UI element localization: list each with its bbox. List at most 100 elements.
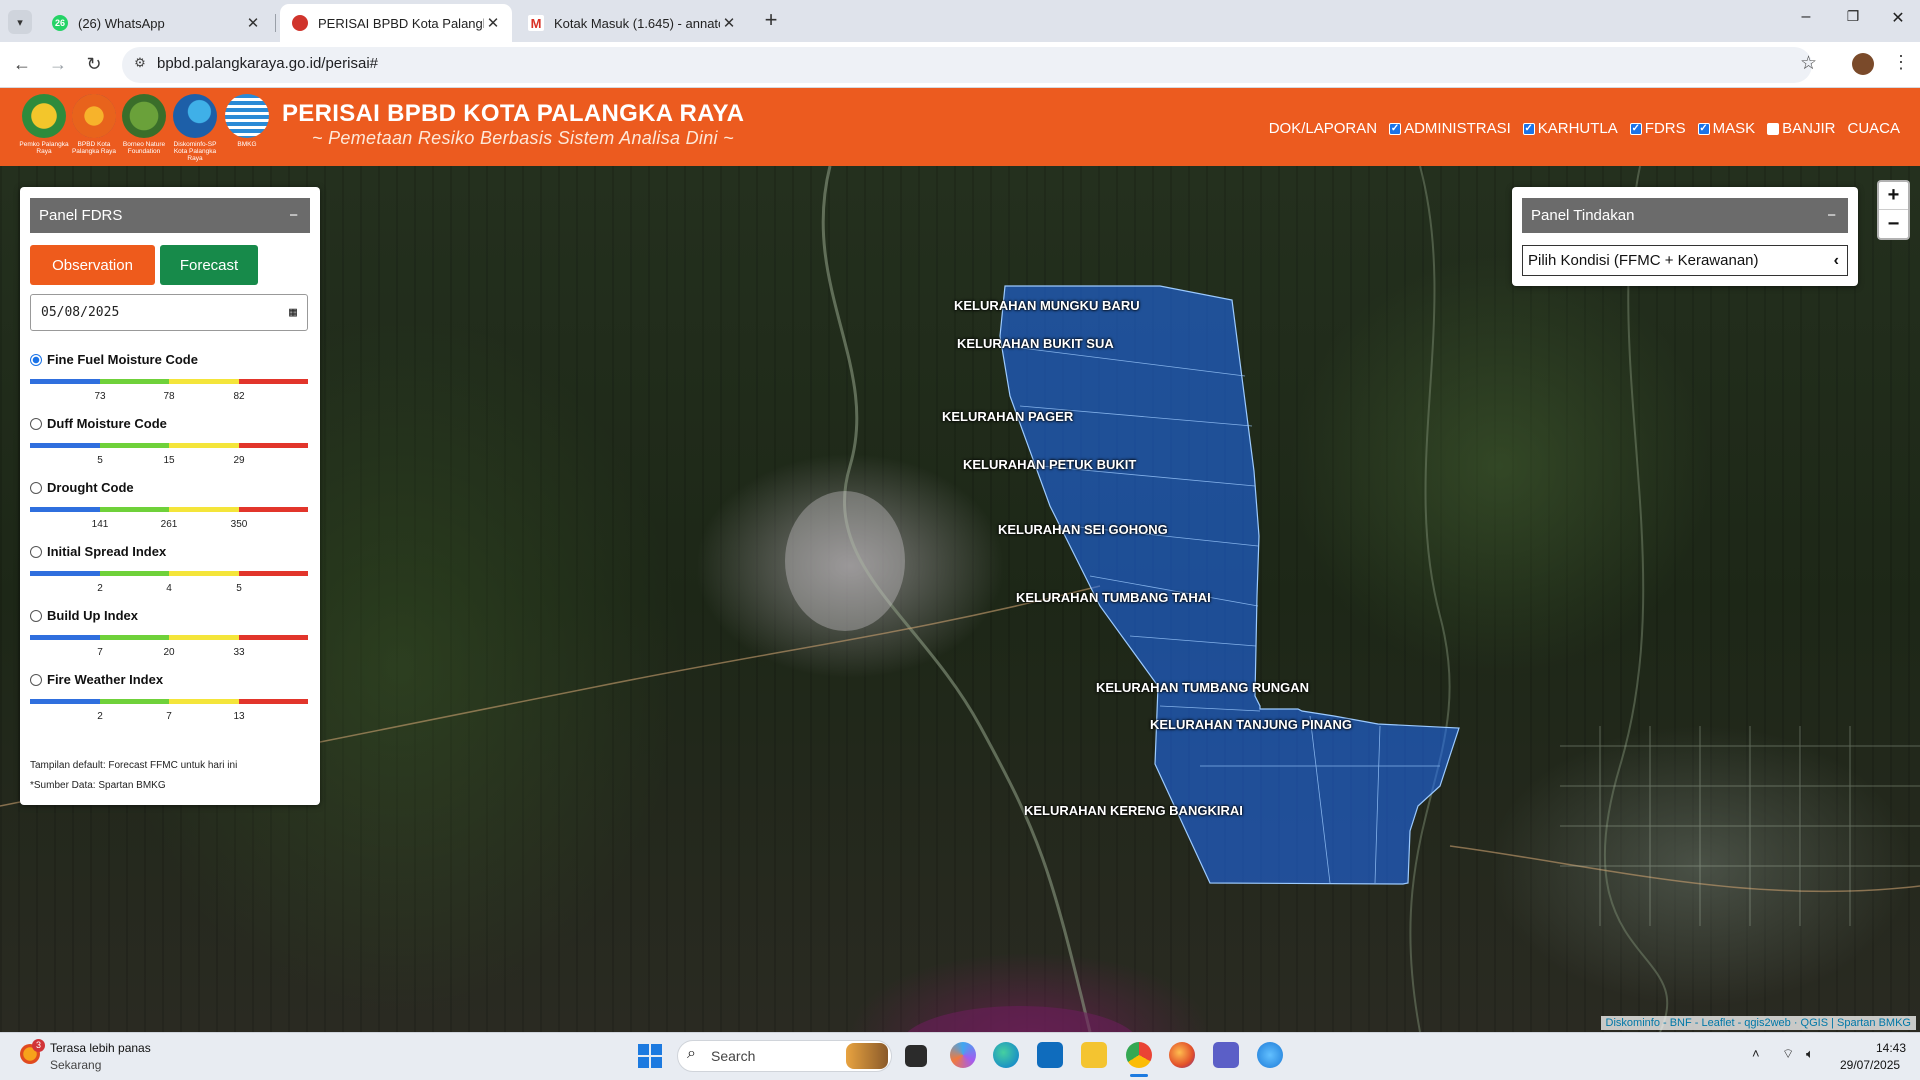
scale-ticks: 7 20 33 — [97, 647, 245, 658]
checkbox-icon[interactable]: ✓ — [1522, 122, 1535, 135]
radio-icon[interactable] — [30, 481, 42, 494]
file-explorer-icon[interactable] — [1081, 1042, 1107, 1068]
close-icon[interactable]: ✕ — [484, 14, 502, 32]
clock-date[interactable]: 29/07/2025 — [1840, 1058, 1900, 1072]
checkbox-icon[interactable]: ✓ — [1389, 122, 1402, 135]
kondisi-select[interactable]: Pilih Kondisi (FFMC + Kerawanan) ‹ — [1522, 245, 1848, 276]
teams-icon[interactable] — [1213, 1042, 1239, 1068]
radio-icon[interactable] — [30, 353, 42, 366]
tab-perisai[interactable]: PERISAI BPBD Kota Palangka Ra ✕ — [280, 4, 512, 42]
forward-button[interactable]: → — [44, 50, 72, 78]
logo-caption: Borneo Nature Foundation — [122, 141, 166, 155]
color-scale — [30, 507, 308, 512]
date-input[interactable]: 05/08/2025 ▦ — [30, 294, 308, 331]
color-scale — [30, 379, 308, 384]
outlook-icon[interactable] — [1037, 1042, 1063, 1068]
site-subtitle: ~ Pemetaan Resiko Berbasis Sistem Analis… — [312, 128, 734, 148]
restore-button[interactable]: ❐ — [1841, 8, 1865, 32]
back-button[interactable]: ← — [8, 50, 36, 78]
nav-banjir[interactable]: BANJIR — [1767, 120, 1835, 137]
nav-label: ADMINISTRASI — [1404, 120, 1511, 137]
nav-label: FDRS — [1644, 120, 1686, 137]
wifi-icon[interactable]: ⌔ — [1782, 1046, 1794, 1062]
nav-administrasi[interactable]: ✓ ADMINISTRASI — [1389, 120, 1511, 137]
tab-whatsapp[interactable]: 26 (26) WhatsApp ✕ — [40, 4, 272, 42]
bookmark-star-icon[interactable]: ☆ — [1800, 52, 1817, 75]
radio-icon[interactable] — [30, 609, 42, 622]
panel-tindakan-header: Panel Tindakan − — [1522, 198, 1848, 233]
zoom-out-button[interactable]: − — [1879, 210, 1908, 238]
site-title: PERISAI BPBD KOTA PALANGKA RAYA — [282, 100, 745, 127]
collapse-button[interactable]: − — [1827, 207, 1836, 224]
pemko-logo-icon — [22, 94, 66, 138]
panel-tindakan: Panel Tindakan − Pilih Kondisi (FFMC + K… — [1512, 187, 1858, 286]
region-label: KELURAHAN KERENG BANGKIRAI — [1024, 803, 1243, 818]
site-info-icon[interactable]: ⚙ — [130, 55, 150, 75]
nav-label: MASK — [1712, 120, 1756, 137]
nav-karhutla[interactable]: ✓ KARHUTLA — [1522, 120, 1618, 137]
zoom-in-button[interactable]: + — [1879, 182, 1908, 210]
tab-gmail[interactable]: M Kotak Masuk (1.645) - annatoc ✕ — [516, 4, 748, 42]
radio-icon[interactable] — [30, 417, 42, 430]
checkbox-icon[interactable]: ✓ — [1629, 122, 1642, 135]
observation-button[interactable]: Observation — [30, 245, 155, 285]
browser-menu-icon[interactable]: ⋮ — [1892, 52, 1910, 73]
index-option[interactable]: Drought Code 141 261 350 — [30, 480, 310, 533]
radio-icon[interactable] — [30, 545, 42, 558]
chrome-icon[interactable] — [1126, 1042, 1152, 1068]
profile-avatar[interactable] — [1852, 53, 1874, 75]
logo-caption: Diskominfo-SP Kota Palangka Raya — [173, 141, 217, 162]
firefox-icon[interactable] — [1169, 1042, 1195, 1068]
panel-title: Panel Tindakan — [1531, 207, 1635, 224]
close-icon[interactable]: ✕ — [244, 14, 262, 32]
scale-ticks: 73 78 82 — [94, 391, 245, 402]
edge-icon[interactable] — [993, 1042, 1019, 1068]
checkbox-icon[interactable]: ✓ — [1697, 122, 1710, 135]
whatsapp-icon: 26 — [52, 15, 68, 31]
index-option[interactable]: Fine Fuel Moisture Code 73 78 82 — [30, 352, 310, 405]
url-text[interactable]: bpbd.palangkaraya.go.id/perisai# — [157, 55, 378, 72]
map-attribution[interactable]: Diskominfo - BNF - Leaflet - qgis2web · … — [1600, 1016, 1916, 1030]
forecast-button[interactable]: Forecast — [160, 245, 258, 285]
weather-subtitle: Sekarang — [50, 1058, 102, 1072]
select-value: Pilih Kondisi (FFMC + Kerawanan) — [1528, 252, 1759, 269]
volume-icon[interactable]: 🔈︎ — [1806, 1046, 1814, 1062]
weather-title[interactable]: Terasa lebih panas — [50, 1041, 151, 1055]
calendar-icon[interactable]: ▦ — [289, 305, 297, 320]
index-option[interactable]: Initial Spread Index 245 — [30, 544, 310, 597]
weather-badge: 3 — [32, 1039, 45, 1052]
copilot-icon[interactable] — [950, 1042, 976, 1068]
globe-app-icon[interactable] — [1257, 1042, 1283, 1068]
nav-mask[interactable]: ✓ MASK — [1697, 120, 1756, 137]
nav-label: CUACA — [1847, 120, 1900, 137]
color-scale — [30, 699, 308, 704]
close-icon[interactable]: ✕ — [720, 14, 738, 32]
nav-dok-laporan[interactable]: DOK/LAPORAN — [1269, 120, 1377, 137]
logo-caption: BMKG — [237, 141, 257, 148]
chevron-up-icon[interactable]: ˄ — [1752, 1046, 1760, 1061]
color-scale — [30, 443, 308, 448]
gmail-icon: M — [528, 15, 544, 31]
nav-fdrs[interactable]: ✓ FDRS — [1629, 120, 1686, 137]
nav-cuaca[interactable]: CUACA — [1847, 120, 1900, 137]
index-option[interactable]: Fire Weather Index 2 7 13 — [30, 672, 310, 725]
task-view-icon[interactable] — [905, 1045, 927, 1067]
minimize-button[interactable]: – — [1794, 8, 1818, 32]
radio-icon[interactable] — [30, 673, 42, 686]
new-tab-button[interactable]: + — [757, 6, 785, 34]
search-placeholder: Search — [711, 1048, 756, 1064]
reload-button[interactable]: ↻ — [80, 50, 108, 78]
clock-time[interactable]: 14:43 — [1876, 1041, 1906, 1055]
nav-label: BANJIR — [1782, 120, 1836, 137]
index-label: Initial Spread Index — [47, 544, 167, 559]
index-option[interactable]: Duff Moisture Code 5 15 29 — [30, 416, 310, 469]
panel-note: *Sumber Data: Spartan BMKG — [30, 780, 166, 791]
close-window-button[interactable]: ✕ — [1886, 8, 1910, 32]
tab-list-dropdown-button[interactable]: ▾ — [8, 10, 32, 34]
index-option[interactable]: Build Up Index 7 20 33 — [30, 608, 310, 661]
windows-start-icon[interactable] — [638, 1044, 662, 1068]
collapse-button[interactable]: − — [289, 207, 298, 224]
nav-label: DOK/LAPORAN — [1268, 120, 1378, 137]
checkbox-icon[interactable] — [1767, 122, 1780, 135]
region-label: KELURAHAN TANJUNG PINANG — [1150, 717, 1352, 732]
